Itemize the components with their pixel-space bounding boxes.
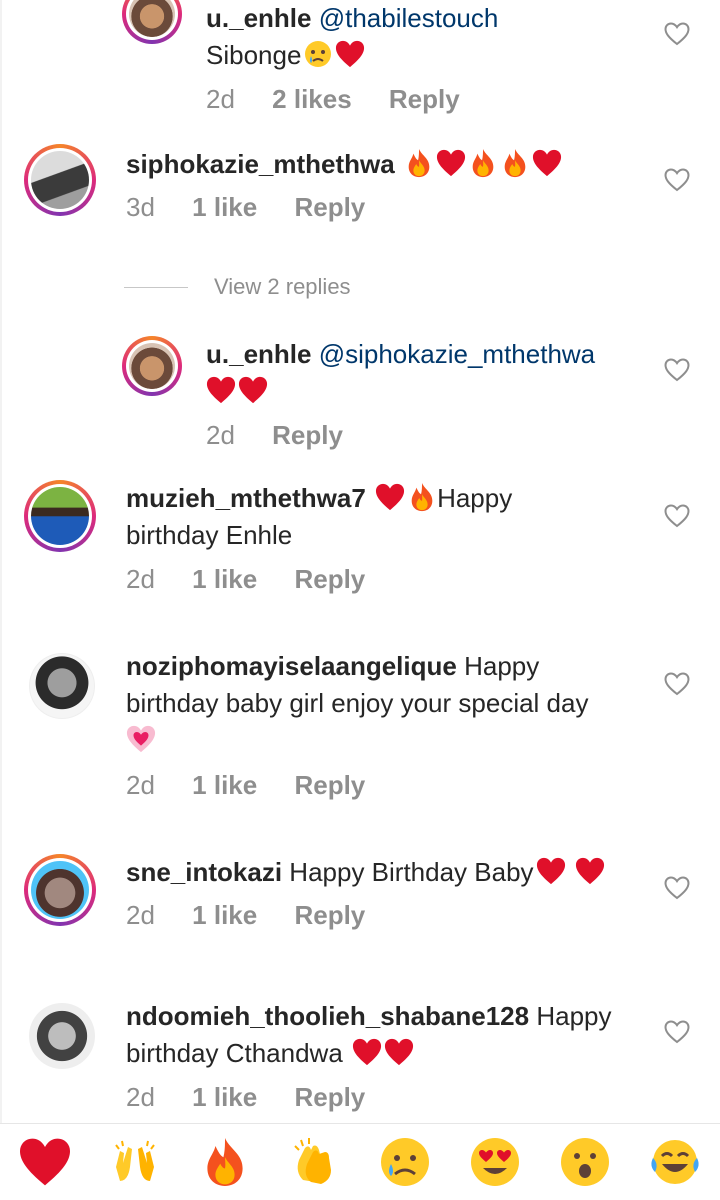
view-replies-label: View 2 replies: [214, 274, 351, 299]
likes-count[interactable]: 2 likes: [272, 84, 352, 114]
reply-button[interactable]: Reply: [294, 192, 365, 222]
comment-text: Sibonge: [206, 40, 302, 70]
reply-button[interactable]: Reply: [294, 770, 365, 800]
heart-emoji: [335, 39, 365, 69]
comment-username[interactable]: siphokazie_mthethwa: [126, 149, 395, 179]
reply-button[interactable]: Reply: [389, 84, 460, 114]
fire-emoji: [404, 148, 434, 178]
like-heart-icon[interactable]: [664, 672, 690, 696]
likes-count[interactable]: 1 like: [192, 564, 257, 594]
heart-emoji: [238, 375, 268, 405]
reply-button[interactable]: Reply: [294, 900, 365, 930]
likes-count[interactable]: 1 like: [192, 770, 257, 800]
heart-icon: [18, 1137, 72, 1187]
fire-emoji: [407, 482, 437, 512]
reaction-heart[interactable]: [17, 1134, 73, 1190]
heart-emoji: [375, 482, 405, 512]
comment-username[interactable]: u._enhle: [206, 339, 311, 369]
comment-time: 2d: [206, 84, 235, 114]
reaction-fire[interactable]: [197, 1134, 253, 1190]
comment-time: 2d: [126, 770, 155, 800]
like-heart-icon[interactable]: [664, 168, 690, 192]
replies-divider: [124, 287, 188, 288]
comment-username[interactable]: noziphomayiselaangelique: [126, 651, 457, 681]
avatar[interactable]: [122, 336, 182, 396]
surprised-face-icon: [561, 1138, 609, 1186]
comment-time: 3d: [126, 192, 155, 222]
heart-emoji: [206, 375, 236, 405]
reaction-raising-hands[interactable]: [107, 1134, 163, 1190]
avatar[interactable]: [26, 1000, 98, 1072]
comment-time: 2d: [126, 900, 155, 930]
left-divider: [0, 0, 2, 1123]
like-heart-icon[interactable]: [664, 876, 690, 900]
comment-text: Happy: [437, 483, 513, 513]
sad-tear-emoji: [305, 41, 332, 67]
reaction-sad-tear[interactable]: [377, 1134, 433, 1190]
comment-text: Happy: [536, 1001, 612, 1031]
reaction-surprised[interactable]: [557, 1134, 613, 1190]
mention-link[interactable]: @siphokazie_mthethwa: [319, 339, 595, 369]
reaction-tears-of-joy[interactable]: [647, 1134, 703, 1190]
comment-username[interactable]: sne_intokazi: [126, 857, 282, 887]
comment-text-line2: birthday Enhle: [126, 520, 293, 550]
heart-emoji: [532, 148, 562, 178]
fire-icon: [201, 1136, 249, 1188]
comment-time: 2d: [206, 420, 235, 450]
sad-tear-icon: [381, 1138, 429, 1186]
emoji-reaction-bar: [0, 1123, 720, 1200]
avatar[interactable]: [24, 480, 96, 552]
comment-time: 2d: [126, 1082, 155, 1112]
comment-username[interactable]: u._enhle: [206, 3, 311, 33]
likes-count[interactable]: 1 like: [192, 192, 257, 222]
sparkling-heart-emoji: [126, 725, 156, 753]
fire-emoji: [500, 148, 530, 178]
avatar[interactable]: [26, 650, 98, 722]
raising-hands-icon: [115, 1140, 155, 1181]
fire-emoji: [468, 148, 498, 178]
tears-of-joy-icon: [651, 1140, 699, 1184]
reaction-clapping-hands[interactable]: [287, 1134, 343, 1190]
likes-count[interactable]: 1 like: [192, 900, 257, 930]
like-heart-icon[interactable]: [664, 504, 690, 528]
reaction-heart-eyes[interactable]: [467, 1134, 523, 1190]
reply-button[interactable]: Reply: [294, 1082, 365, 1112]
comment-time: 2d: [126, 564, 155, 594]
like-heart-icon[interactable]: [664, 358, 690, 382]
heart-emoji: [575, 856, 605, 886]
reply-button[interactable]: Reply: [294, 564, 365, 594]
likes-count[interactable]: 1 like: [192, 1082, 257, 1112]
avatar[interactable]: [24, 144, 96, 216]
avatar[interactable]: [122, 0, 182, 44]
avatar[interactable]: [24, 854, 96, 926]
comment-text: Happy: [464, 651, 540, 681]
heart-emoji: [352, 1037, 382, 1067]
heart-eyes-icon: [471, 1138, 519, 1186]
clapping-hands-icon: [294, 1138, 331, 1184]
comment-text-line2: birthday baby girl enjoy your special da…: [126, 688, 589, 718]
mention-link[interactable]: @thabilestouch: [319, 3, 499, 33]
comment-text-line2: birthday Cthandwa: [126, 1038, 343, 1068]
heart-emoji: [536, 856, 566, 886]
heart-emoji: [436, 148, 466, 178]
like-heart-icon[interactable]: [664, 22, 690, 46]
comment-username[interactable]: ndoomieh_thoolieh_shabane128: [126, 1001, 529, 1031]
like-heart-icon[interactable]: [664, 1020, 690, 1044]
heart-emoji: [384, 1037, 414, 1067]
view-replies-button[interactable]: View 2 replies: [124, 270, 424, 304]
comment-text: Happy Birthday Baby: [289, 857, 534, 887]
reply-button[interactable]: Reply: [272, 420, 343, 450]
comment-username[interactable]: muzieh_mthethwa7: [126, 483, 366, 513]
